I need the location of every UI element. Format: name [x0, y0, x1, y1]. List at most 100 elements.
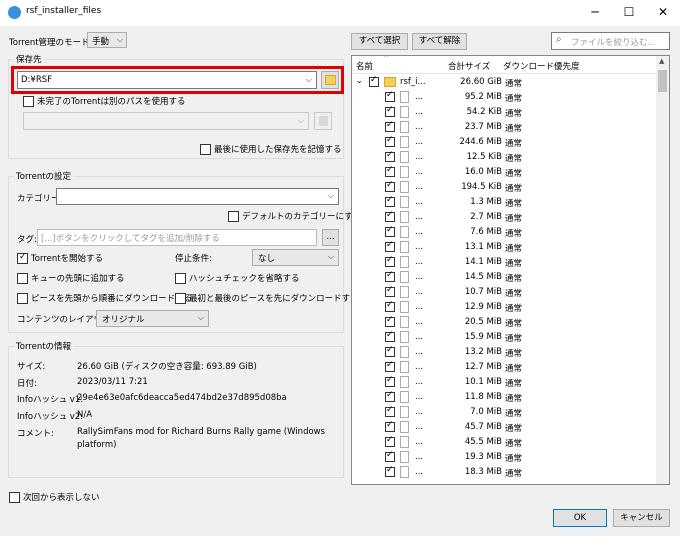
category-combo[interactable]: ⌵: [56, 188, 339, 205]
file-row[interactable]: ... 18.3 MiB通常: [352, 465, 657, 480]
dont-show-checkbox[interactable]: [9, 492, 20, 503]
minimize-button[interactable]: ─: [578, 0, 612, 26]
select-all-button[interactable]: すべて選択: [351, 33, 408, 50]
file-priority: 通常: [505, 349, 523, 359]
file-row[interactable]: ... 12.7 MiB通常: [352, 360, 657, 375]
file-checkbox[interactable]: [385, 255, 395, 267]
column-priority[interactable]: ダウンロード優先度: [503, 60, 580, 72]
file-row[interactable]: ... 7.6 MiB通常: [352, 225, 657, 240]
incomplete-browse-button[interactable]: [314, 112, 332, 130]
file-row[interactable]: ... 244.6 MiB通常: [352, 135, 657, 150]
file-checkbox[interactable]: [385, 375, 395, 387]
file-checkbox[interactable]: [385, 450, 395, 462]
file-row[interactable]: ... 2.7 MiB通常: [352, 210, 657, 225]
file-row[interactable]: ... 13.1 MiB通常: [352, 240, 657, 255]
file-checkbox[interactable]: [385, 105, 395, 117]
column-name[interactable]: 名前: [356, 60, 373, 72]
stop-condition-select[interactable]: なし ⌵: [252, 249, 339, 266]
folder-icon: [319, 116, 328, 126]
scrollbar[interactable]: ▲: [656, 56, 669, 484]
chevron-down-icon[interactable]: ⌄: [356, 76, 363, 85]
select-none-button[interactable]: すべて解除: [412, 33, 467, 50]
file-row[interactable]: ... 54.2 KiB通常: [352, 105, 657, 120]
file-checkbox[interactable]: [385, 165, 395, 177]
hash-v2-label: Infoハッシュ v2:: [17, 412, 84, 422]
file-checkbox[interactable]: [385, 330, 395, 342]
layout-select[interactable]: オリジナル ⌵: [96, 310, 209, 327]
file-checkbox[interactable]: [385, 405, 395, 417]
hash-v2-value: N/A: [77, 410, 93, 420]
file-row[interactable]: ... 194.5 KiB通常: [352, 180, 657, 195]
file-row[interactable]: ... 14.5 MiB通常: [352, 270, 657, 285]
file-row[interactable]: ... 45.7 MiB通常: [352, 420, 657, 435]
file-checkbox[interactable]: [385, 150, 395, 162]
sequential-checkbox[interactable]: [17, 293, 28, 304]
file-checkbox[interactable]: [385, 285, 395, 297]
file-checkbox[interactable]: [385, 345, 395, 357]
file-tree[interactable]: 名前 ^ 合計サイズ ダウンロード優先度 ⌄ ✓ rsf_i... 26.60 …: [351, 55, 670, 485]
ok-button[interactable]: OK: [553, 509, 607, 527]
file-icon: [400, 301, 409, 313]
file-row[interactable]: ... 1.3 MiB通常: [352, 195, 657, 210]
file-row[interactable]: ... 23.7 MiB通常: [352, 120, 657, 135]
file-checkbox[interactable]: [385, 225, 395, 237]
file-row[interactable]: ... 7.0 MiB通常: [352, 405, 657, 420]
save-path-combo[interactable]: D:¥RSF ⌵: [17, 71, 317, 89]
filter-input[interactable]: ⌕ ファイルを絞り込む...: [551, 32, 670, 50]
remember-path-checkbox[interactable]: [200, 144, 211, 155]
start-torrent-checkbox[interactable]: [17, 252, 28, 264]
file-row[interactable]: ... 11.8 MiB通常: [352, 390, 657, 405]
browse-folder-button[interactable]: [321, 71, 339, 89]
file-row[interactable]: ... 10.1 MiB通常: [352, 375, 657, 390]
cancel-button[interactable]: キャンセル: [613, 509, 670, 527]
size-label: サイズ:: [17, 362, 46, 372]
mode-select[interactable]: 手動 ⌵: [87, 32, 127, 48]
file-row[interactable]: ... 12.9 MiB通常: [352, 300, 657, 315]
file-row[interactable]: ... 95.2 MiB通常: [352, 90, 657, 105]
root-checkbox[interactable]: ✓: [369, 75, 379, 87]
file-checkbox[interactable]: [385, 210, 395, 222]
default-category-checkbox[interactable]: [228, 211, 239, 222]
file-checkbox[interactable]: [385, 180, 395, 192]
file-row[interactable]: ... 19.3 MiB通常: [352, 450, 657, 465]
incomplete-path-checkbox[interactable]: [23, 96, 34, 107]
file-checkbox[interactable]: [385, 270, 395, 282]
tags-field[interactable]: [...]ボタンをクリックしてタグを追加/削除する: [37, 229, 317, 246]
file-row[interactable]: ... 10.7 MiB通常: [352, 285, 657, 300]
skip-hash-checkbox[interactable]: [175, 273, 186, 284]
file-row[interactable]: ... 15.9 MiB通常: [352, 330, 657, 345]
file-checkbox[interactable]: [385, 120, 395, 132]
file-row[interactable]: ... 13.2 MiB通常: [352, 345, 657, 360]
first-last-checkbox[interactable]: [175, 293, 186, 304]
tree-root-row[interactable]: ⌄ ✓ rsf_i... 26.60 GiB 通常: [352, 75, 657, 90]
file-checkbox[interactable]: [385, 240, 395, 252]
file-checkbox[interactable]: [385, 195, 395, 207]
file-checkbox[interactable]: [385, 465, 395, 477]
file-row[interactable]: ... 12.5 KiB通常: [352, 150, 657, 165]
file-icon: [400, 331, 409, 343]
file-size: 14.5 MiB: [464, 272, 502, 282]
file-checkbox[interactable]: [385, 390, 395, 402]
file-checkbox[interactable]: [385, 360, 395, 372]
column-size[interactable]: 合計サイズ: [448, 60, 490, 72]
scroll-up-icon[interactable]: ▲: [659, 57, 664, 65]
file-row[interactable]: ... 16.0 MiB通常: [352, 165, 657, 180]
file-row[interactable]: ... 45.5 MiB通常: [352, 435, 657, 450]
file-checkbox[interactable]: [385, 435, 395, 447]
incomplete-path-combo[interactable]: ⌵: [23, 112, 309, 130]
file-row[interactable]: ... 14.1 MiB通常: [352, 255, 657, 270]
file-checkbox[interactable]: [385, 300, 395, 312]
maximize-button[interactable]: ☐: [612, 0, 646, 26]
close-button[interactable]: ✕: [646, 0, 680, 26]
file-checkbox[interactable]: [385, 420, 395, 432]
file-checkbox[interactable]: [385, 90, 395, 102]
file-name: ...: [415, 377, 424, 387]
file-icon: [400, 91, 409, 103]
scroll-thumb[interactable]: [658, 70, 667, 92]
add-top-queue-checkbox[interactable]: [17, 273, 28, 284]
file-name: ...: [415, 407, 424, 417]
file-checkbox[interactable]: [385, 315, 395, 327]
file-checkbox[interactable]: [385, 135, 395, 147]
tags-edit-button[interactable]: ...: [322, 229, 339, 246]
file-row[interactable]: ... 20.5 MiB通常: [352, 315, 657, 330]
